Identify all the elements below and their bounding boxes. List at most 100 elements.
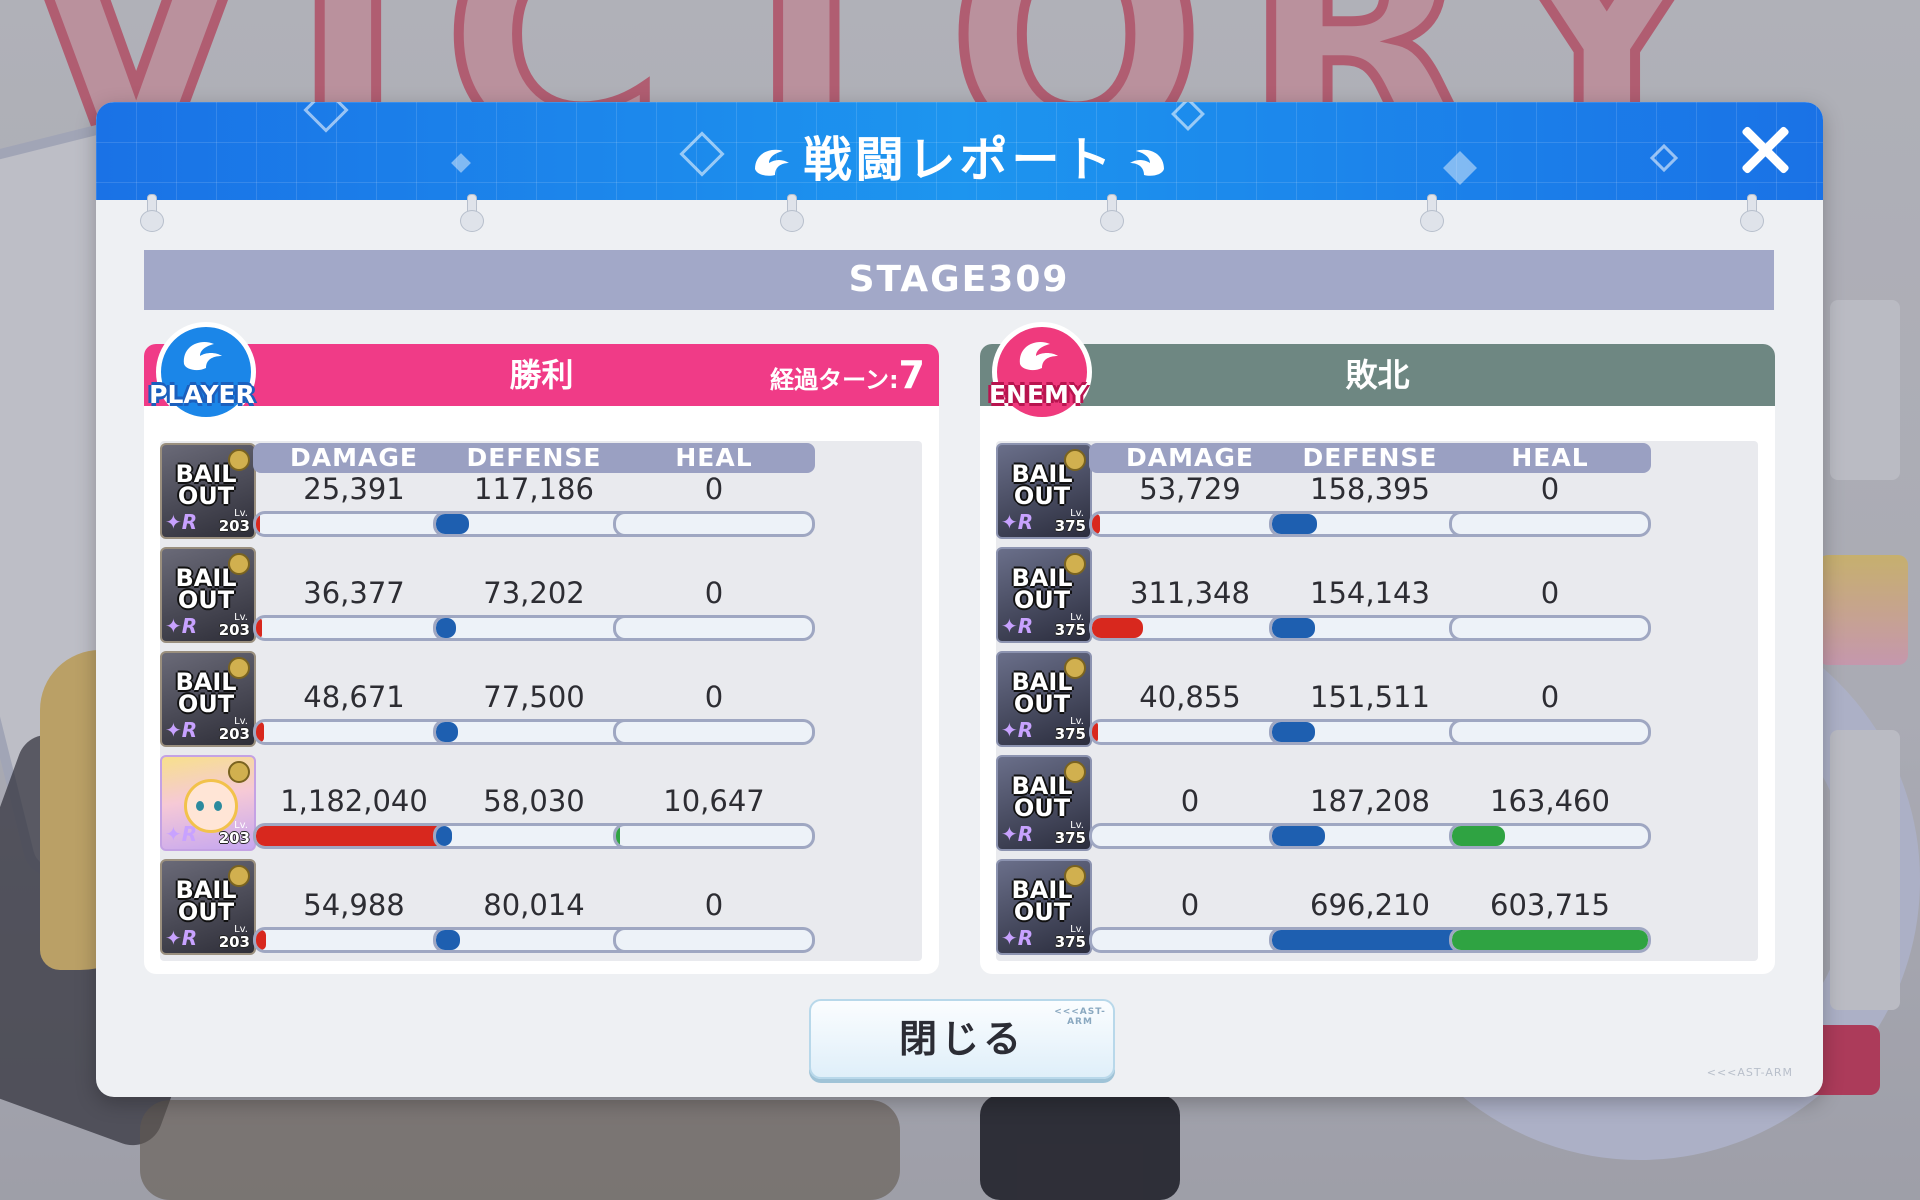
defense-stat: 151,511 — [1269, 651, 1471, 745]
unit-avatar[interactable]: BAIL OUT ✦R Lv. 203 — [160, 443, 256, 539]
unit-avatar[interactable]: BAIL OUT ✦R Lv. 375 — [996, 651, 1092, 747]
heal-stat: 0 — [613, 859, 815, 953]
wing-right-icon — [1129, 149, 1164, 176]
unit-row: ✦R Lv. 203 1,182,040 58,030 10,647 — [160, 755, 922, 855]
damage-value: 1,182,040 — [280, 784, 428, 818]
unit-avatar[interactable]: BAIL OUT ✦R Lv. 375 — [996, 443, 1092, 539]
defense-value: 73,202 — [483, 576, 585, 610]
heal-bar — [1449, 719, 1651, 745]
damage-bar — [253, 719, 455, 745]
medal-icon — [1064, 761, 1086, 783]
pin-decoration — [460, 194, 484, 232]
defense-bar-fill — [436, 826, 452, 846]
damage-bar — [253, 823, 455, 849]
turn-counter: 経過ターン:7 — [770, 344, 925, 411]
rarity-icon: ✦R — [1001, 926, 1034, 950]
enemy-badge-label: ENEMY — [988, 380, 1088, 409]
heal-value: 163,460 — [1490, 784, 1610, 818]
unit-level: 375 — [1054, 517, 1086, 535]
heal-value: 603,715 — [1490, 888, 1610, 922]
unit-row: BAIL OUT ✦R Lv. 375 0 187,208 163,460 — [996, 755, 1758, 855]
unit-level: 203 — [218, 517, 250, 535]
pin-decoration — [1740, 194, 1764, 232]
damage-bar — [1089, 615, 1291, 641]
heal-value: 0 — [1540, 680, 1560, 714]
close-x-icon[interactable] — [1737, 122, 1793, 178]
heal-stat: 163,460 — [1449, 755, 1651, 849]
defense-bar-fill — [436, 930, 460, 950]
defense-bar — [1269, 823, 1471, 849]
damage-bar-fill — [1092, 514, 1100, 534]
defense-bar-fill — [1272, 826, 1325, 846]
pin-decoration — [780, 194, 804, 232]
heal-bar — [613, 927, 815, 953]
unit-avatar[interactable]: BAIL OUT ✦R Lv. 203 — [160, 859, 256, 955]
medal-icon — [1064, 657, 1086, 679]
heal-value: 0 — [1540, 472, 1560, 506]
player-unit-list: BAIL OUT ✦R Lv. 203 DAMAGE 25,391 DEFENSE 117,1… — [160, 441, 922, 961]
medal-icon — [228, 761, 250, 783]
medal-icon — [228, 657, 250, 679]
wing-emblem-icon — [1019, 342, 1058, 371]
damage-bar-fill — [1092, 618, 1143, 638]
unit-avatar[interactable]: BAIL OUT ✦R Lv. 375 — [996, 859, 1092, 955]
defense-value: 151,511 — [1310, 680, 1430, 714]
damage-stat: 0 — [1089, 859, 1291, 953]
defense-bar — [433, 823, 635, 849]
heal-bar — [613, 719, 815, 745]
damage-value: 0 — [1180, 784, 1200, 818]
unit-row: BAIL OUT ✦R Lv. 375 311,348 154,143 0 — [996, 547, 1758, 647]
damage-value: 48,671 — [303, 680, 405, 714]
heal-stat: HEAL 0 — [613, 443, 815, 537]
unit-row: BAIL OUT ✦R Lv. 203 36,377 73,202 0 — [160, 547, 922, 647]
defense-stat: 154,143 — [1269, 547, 1471, 641]
defense-stat: 77,500 — [433, 651, 635, 745]
wing-left-icon — [755, 149, 790, 176]
medal-icon — [1064, 449, 1086, 471]
eye-icon — [196, 801, 204, 811]
heal-bar-fill — [616, 826, 620, 846]
pin-decoration — [1100, 194, 1124, 232]
unit-avatar[interactable]: BAIL OUT ✦R Lv. 203 — [160, 547, 256, 643]
close-button[interactable]: 閉じる <<<AST-ARM — [809, 999, 1115, 1079]
unit-avatar[interactable]: BAIL OUT ✦R Lv. 203 — [160, 651, 256, 747]
heal-value: 0 — [704, 680, 724, 714]
turn-label: 経過ターン: — [770, 366, 899, 394]
eye-icon — [214, 801, 222, 811]
unit-avatar[interactable]: ✦R Lv. 203 — [160, 755, 256, 851]
damage-bar — [1089, 823, 1291, 849]
unit-row: BAIL OUT ✦R Lv. 203 DAMAGE 25,391 DEFENSE 117,1… — [160, 443, 922, 543]
modal-title: 戦闘レポート — [96, 120, 1823, 190]
unit-avatar[interactable]: BAIL OUT ✦R Lv. 375 — [996, 547, 1092, 643]
unit-avatar[interactable]: BAIL OUT ✦R Lv. 375 — [996, 755, 1092, 851]
unit-level: 203 — [218, 725, 250, 743]
defense-value: 77,500 — [483, 680, 585, 714]
close-button-label: 閉じる — [898, 1017, 1025, 1061]
damage-bar — [253, 511, 455, 537]
damage-value: 25,391 — [303, 472, 405, 506]
defense-stat: DEFENSE 158,395 — [1269, 443, 1471, 537]
damage-stat: 40,855 — [1089, 651, 1291, 745]
rarity-icon: ✦R — [165, 926, 198, 950]
heal-bar-fill — [1452, 826, 1505, 846]
damage-stat: DAMAGE 25,391 — [253, 443, 455, 537]
defense-value: 158,395 — [1310, 472, 1430, 506]
heal-value: 0 — [704, 576, 724, 610]
damage-bar — [1089, 927, 1291, 953]
defense-bar-fill — [1272, 514, 1318, 534]
heal-value: 0 — [704, 888, 724, 922]
heal-stat: 0 — [613, 547, 815, 641]
heal-column-header: HEAL — [613, 443, 815, 473]
modal-header: 戦闘レポート — [96, 102, 1823, 200]
rarity-icon: ✦R — [1001, 822, 1034, 846]
damage-stat: 1,182,040 — [253, 755, 455, 849]
defense-stat: 187,208 — [1269, 755, 1471, 849]
heal-stat: 603,715 — [1449, 859, 1651, 953]
damage-bar-fill — [256, 514, 260, 534]
heal-bar — [1449, 823, 1651, 849]
defense-stat: 80,014 — [433, 859, 635, 953]
wing-emblem-icon — [183, 342, 222, 371]
unit-level: 203 — [218, 621, 250, 639]
unit-level: 203 — [218, 829, 250, 847]
enemy-panel: 敗北 ENEMY BAIL OUT ✦R Lv. 375 DAMAGE 53,729 DEF… — [980, 322, 1775, 974]
